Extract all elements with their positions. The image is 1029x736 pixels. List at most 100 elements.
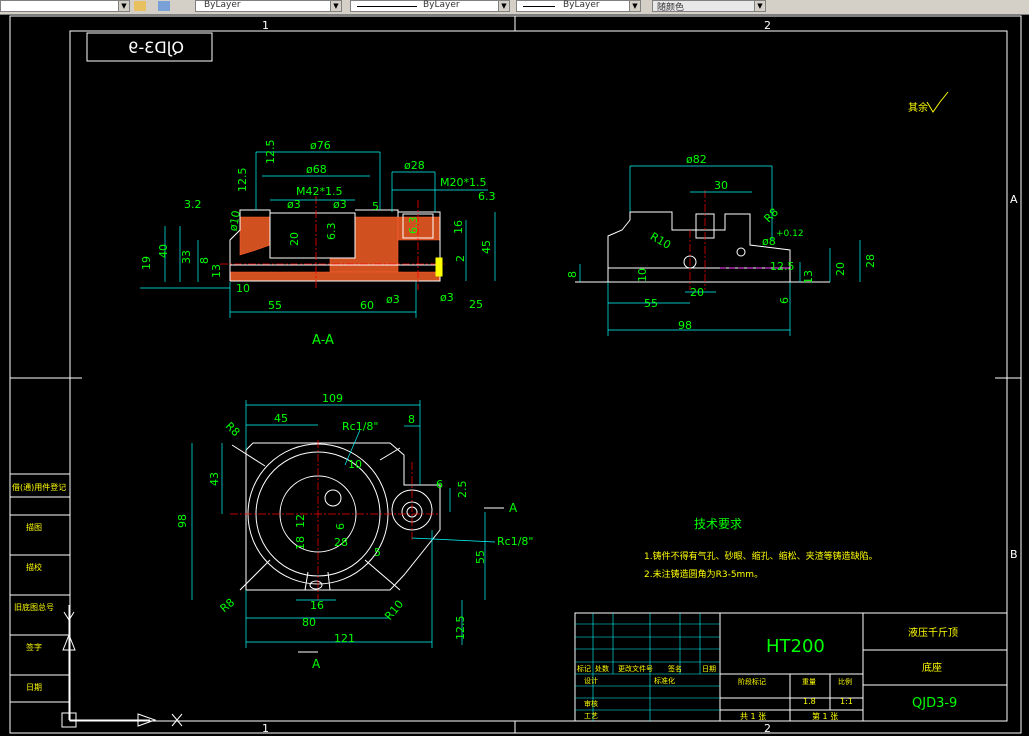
tb-lbl-stage: 阶段标记 [738, 677, 766, 686]
title-block: HT200 液压千斤顶 底座 QJD3-9 标记 处数 更改文件号 签名 日期 … [574, 612, 1008, 722]
plan-dim-rc1: Rc1/8" [342, 420, 378, 433]
side-dim-h98: 98 [678, 319, 692, 332]
dim-m20: M20*1.5 [440, 176, 486, 189]
side-dim-v8: 8 [566, 271, 579, 278]
dim-v5: 5 [372, 200, 379, 213]
tech-line-2: 2.未注铸造圆角为R3-5mm。 [644, 568, 763, 580]
section-hatch-left [239, 216, 271, 256]
tb-lbl-weight: 重量 [802, 678, 816, 686]
mirrored-code: QJD3-9 [128, 38, 184, 57]
dim-d28: ø28 [404, 159, 425, 172]
dim-d68: ø68 [306, 163, 327, 176]
zone-top-2: 2 [764, 19, 771, 32]
plan-dim-h5: 5 [374, 546, 381, 559]
dim-d3a: ø3 [287, 198, 301, 211]
plan-dim-h109: 109 [322, 392, 343, 405]
side-dim-v10: 10 [636, 268, 649, 282]
plan-dim-v55: 55 [474, 550, 487, 564]
title-part-name: 底座 [922, 661, 942, 674]
chevron-down-icon: ▼ [330, 1, 341, 11]
dim-d3d: ø3 [440, 291, 454, 304]
tb-lbl-date: 日期 [702, 665, 716, 673]
section-bore [269, 212, 356, 259]
tb-sheets-b: 第 1 张 [812, 711, 838, 721]
tech-line-1: 1.铸件不得有气孔、砂眼、缩孔、缩松、夹渣等铸造缺陷。 [644, 550, 878, 562]
side-dim-h55: 55 [644, 297, 658, 310]
side-dim-h30: 30 [714, 179, 728, 192]
zone-right-a: A [1010, 193, 1018, 206]
color-dropdown[interactable]: ByLayer ▼ [195, 0, 342, 12]
drawing-canvas[interactable]: 1 2 1 2 A B QJD3-9 其余 ø76 ø68 ø28 M42*1.… [0, 14, 1029, 736]
tb-scale-val-b: 1:1 [840, 697, 853, 706]
section-hatch-base [229, 271, 441, 282]
section-view: ø76 ø68 ø28 M42*1.5 M20*1.5 ø3 ø3 ø3 ø3 … [140, 139, 496, 348]
surface-finish-icon [926, 91, 949, 113]
plan-dim-rc2: Rc1/8" [497, 535, 533, 548]
tb-sheets-a: 共 1 张 [740, 712, 766, 721]
chevron-down-icon: ▼ [754, 1, 765, 11]
tb-lbl-count: 处数 [595, 664, 609, 673]
strip-row-3: 描校 [26, 562, 42, 572]
title-product: 液压千斤顶 [908, 626, 958, 639]
tb-lbl-zone: 更改文件号 [618, 664, 653, 673]
side-dim-tol: +0.12 [776, 229, 804, 239]
tb-lbl-mark: 标记 [577, 664, 591, 673]
section-label: A-A [312, 333, 334, 348]
side-view: ø82 30 R10 R8 ø8 +0.12 12.5 13 20 28 8 1… [566, 153, 877, 336]
plan-dim-r10: R10 [382, 598, 406, 623]
plan-dim-h45: 45 [274, 412, 288, 425]
dim-r25: 25 [469, 298, 483, 311]
layer-dropdown[interactable]: ▼ [0, 0, 130, 12]
strip-row-4: 旧底图总号 [14, 602, 54, 612]
left-strip: 借(通)用件登记 描图 描校 旧底图总号 签字 日期 [9, 473, 71, 703]
plan-dim-v2-5: 2.5 [456, 481, 469, 499]
plan-view: 109 45 8 Rc1/8" Rc1/8" R8 R8 R10 43 98 1… [176, 392, 533, 671]
lineweight-value: ByLayer [563, 0, 600, 10]
tb-lbl-design: 设计 [584, 676, 598, 685]
section-plug [435, 257, 443, 277]
dim-v10: 10 [236, 282, 250, 295]
dim-d3c: ø3 [386, 293, 400, 306]
lineweight-swatch [523, 6, 555, 7]
layer-previous-icon[interactable] [158, 1, 170, 11]
dim-v20: 20 [288, 232, 301, 246]
dim-d76: ø76 [310, 139, 331, 152]
side-dim-d82: ø82 [686, 153, 707, 166]
tb-lbl-sign: 签名 [668, 664, 682, 673]
plan-dim-v6b: 6 [436, 478, 443, 491]
tb-lbl-process: 工艺 [584, 712, 598, 720]
strip-row-6: 日期 [26, 683, 42, 692]
tech-title: 技术要求 [694, 517, 742, 531]
side-dim-r12-5: 12.5 [770, 260, 795, 273]
dim-v33: 33 [180, 250, 193, 264]
plan-dim-v98: 98 [176, 514, 189, 528]
plan-dim-r8b: R8 [218, 596, 238, 615]
zone-bottom-2: 2 [764, 722, 771, 735]
color-value: ByLayer [204, 0, 241, 10]
zone-bottom-1: 1 [262, 722, 269, 735]
plotstyle-value: 随颜色 [657, 3, 685, 13]
view-arrow-a-right: A [509, 501, 518, 515]
title-code: QJD3-9 [912, 696, 957, 711]
dim-r6-3b: 6.3 [407, 217, 420, 235]
inner-border [69, 30, 1008, 722]
chevron-down-icon: ▼ [118, 1, 129, 11]
dim-m42: M42*1.5 [296, 185, 342, 198]
side-dim-v6: 6 [778, 297, 791, 304]
linetype-dropdown[interactable]: ByLayer ▼ [350, 0, 510, 12]
dim-v8: 8 [198, 257, 211, 264]
layer-manager-icon[interactable] [134, 1, 146, 11]
outer-border [9, 15, 1022, 734]
plan-dim-h28: 28 [334, 536, 348, 549]
title-material: HT200 [766, 636, 825, 657]
dim-v13: 13 [210, 264, 223, 278]
zone-top-1: 1 [262, 19, 269, 32]
side-dim-v28: 28 [864, 254, 877, 268]
dim-r12-5b: 12.5 [236, 168, 249, 193]
plotstyle-dropdown[interactable]: 随颜色 ▼ [652, 0, 766, 13]
drawing-frame [9, 15, 1022, 734]
dim-v45: 45 [480, 240, 493, 254]
lineweight-dropdown[interactable]: ByLayer ▼ [516, 0, 641, 12]
zone-right-b: B [1010, 548, 1018, 561]
plan-dim-v18: 18 [294, 536, 307, 550]
